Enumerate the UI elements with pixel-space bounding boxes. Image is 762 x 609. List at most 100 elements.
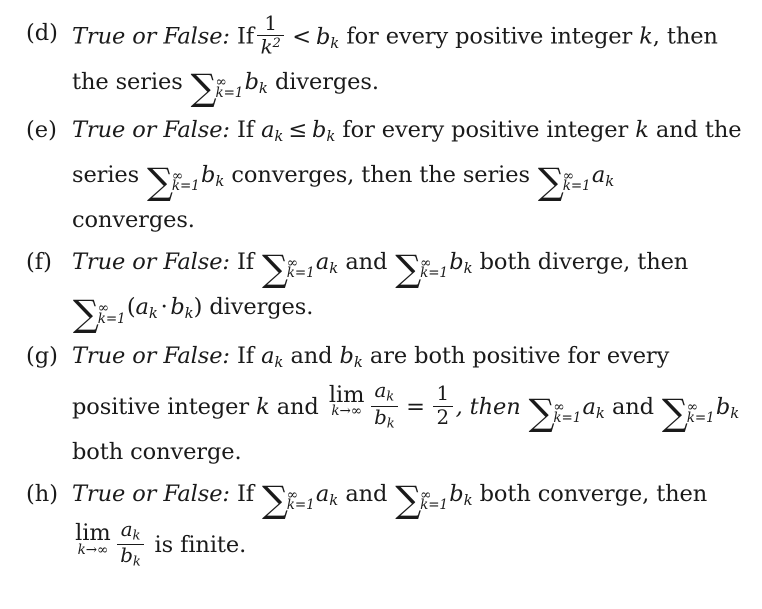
summation-lower-limit: k=1	[562, 178, 591, 195]
exercise-item-d: (d) True or False: If 1 k2 < bk for every po…	[26, 13, 744, 110]
sigma-icon: ∑	[190, 66, 217, 110]
text-segment: both converge.	[72, 438, 242, 465]
exercise-item-e: (e) True or False: If ak ≤ bk for every po…	[26, 111, 744, 240]
variable-b: b	[244, 68, 259, 95]
variable-a: a	[315, 480, 330, 507]
summation-limits: ∞ k=1	[215, 76, 243, 100]
sigma-icon: ∑	[72, 292, 99, 336]
exercise-body-d: True or False: If 1 k2 < bk for every positi…	[72, 13, 744, 110]
exercise-list: (d) True or False: If 1 k2 < bk for every po…	[0, 0, 762, 570]
text-segment: is finite.	[154, 531, 247, 558]
series-sum-a-k-times-b-k: ∑ ∞ k=1 (ak · bk)	[72, 292, 203, 336]
summation-limits: ∞ k=1	[287, 488, 315, 513]
subscript-k: k	[605, 172, 615, 191]
summation: ∑ ∞ k=1	[147, 162, 200, 201]
exercise-body-g: True or False: If ak and bk are both pos…	[72, 337, 744, 472]
text-segment: for every positive integer	[346, 23, 633, 50]
sigma-icon: ∑	[261, 246, 288, 290]
variable-k: k	[635, 116, 649, 143]
exercise-body-e: True or False: If ak ≤ bk for every positi…	[72, 111, 744, 240]
series-sum-a-k: ∑ ∞ k=1 ak	[261, 249, 339, 287]
limit-ratio-equals-one-half: lim k→∞ ak bk = 1 2	[326, 380, 456, 431]
summation: ∑ ∞ k=1	[662, 393, 715, 432]
text-segment: If	[236, 342, 254, 369]
fraction-one-over-k-squared: 1 k2 < bk	[254, 13, 340, 57]
true-or-false-prompt: True or False:	[72, 342, 230, 369]
text-segment: converges, then the series	[231, 162, 530, 189]
frac-denominator: 2	[432, 405, 453, 429]
frac-denominator: bk	[116, 543, 145, 569]
summation-limits: ∞ k=1	[553, 401, 581, 425]
text-segment: If	[236, 23, 254, 50]
text-segment: and	[345, 249, 388, 276]
limit-subscript: k→∞	[331, 403, 362, 420]
subscript-k: k	[148, 304, 158, 323]
text-segment: diverges.	[274, 68, 379, 95]
limit-operator: lim k→∞	[329, 384, 365, 420]
variable-a: a	[582, 393, 596, 420]
less-or-equal-operator: ≤	[288, 116, 308, 143]
frac-numerator: 1	[264, 11, 277, 35]
variable-b: b	[201, 162, 216, 189]
summation-limits: ∞ k=1	[172, 169, 200, 194]
subscript-k: k	[215, 172, 225, 191]
series-sum-b-k: ∑ ∞ k=1 bk	[146, 162, 225, 200]
true-or-false-prompt: True or False:	[72, 116, 230, 143]
series-sum-b-k: ∑ ∞ k=1 bk	[394, 249, 473, 287]
text-segment: and	[611, 393, 654, 420]
subscript-k: k	[329, 259, 339, 278]
summation: ∑ ∞ k=1	[395, 249, 448, 288]
exercise-label-e: (e)	[26, 116, 57, 143]
text-segment: and	[345, 480, 388, 507]
variable-k: k	[639, 23, 653, 50]
exercise-body-f: True or False: If ∑ ∞ k=1 ak and ∑ ∞ k=1 bk bo…	[72, 243, 744, 333]
exercise-item-g: (g) True or False: If ak and bk are both…	[26, 337, 744, 472]
variable-a: a	[591, 162, 606, 189]
text-segment: both converge, then	[479, 480, 708, 507]
summation: ∑ ∞ k=1	[538, 162, 591, 201]
variable-b: b	[715, 393, 731, 420]
summation-limits: ∞ k=1	[286, 256, 315, 282]
text-segment: both diverge, then	[479, 249, 689, 276]
variable-b: b	[449, 480, 464, 507]
sigma-icon: ∑	[528, 391, 555, 435]
summation-limits: ∞ k=1	[562, 169, 591, 195]
text-segment: converges.	[72, 207, 195, 234]
summation-limits: ∞ k=1	[98, 301, 126, 326]
text-segment: diverges.	[209, 294, 314, 321]
variable-a: a	[261, 342, 275, 369]
exercise-label-h: (h)	[26, 480, 59, 507]
text-segment: If	[236, 480, 254, 507]
series-sum-b-k: ∑ ∞ k=1 bk	[394, 480, 473, 519]
variable-b: b	[170, 294, 185, 321]
subscript-k: k	[258, 78, 268, 97]
true-or-false-prompt: True or False:	[72, 480, 230, 507]
true-or-false-prompt: True or False:	[72, 249, 230, 276]
subscript-k: k	[326, 127, 336, 146]
variable-a: a	[315, 249, 330, 276]
text-segment: ,	[652, 23, 660, 50]
sigma-icon: ∑	[395, 478, 422, 522]
series-sum-a-k: ∑ ∞ k=1 ak	[261, 480, 338, 519]
summation: ∑ ∞ k=1	[262, 249, 315, 288]
term-b-k: bk	[340, 343, 363, 371]
variable-b: b	[449, 249, 464, 276]
summation-lower-limit: k=1	[286, 265, 315, 282]
exercise-label-g: (g)	[26, 342, 58, 369]
frac-numerator: ak	[120, 517, 141, 544]
summation-lower-limit: k=1	[420, 265, 448, 282]
subscript-k: k	[330, 33, 340, 52]
frac-a-k-over-b-k: ak bk	[116, 517, 145, 570]
center-dot-operator: ·	[160, 294, 168, 321]
summation-limits: ∞ k=1	[420, 256, 448, 282]
subscript-k: k	[463, 259, 473, 278]
document-page: (d) True or False: If 1 k2 < bk for every po…	[0, 0, 762, 609]
subscript-k: k	[595, 403, 605, 422]
frac-numerator: 1	[436, 381, 449, 405]
text-segment: for every positive integer	[342, 116, 629, 143]
summation-limits: ∞ k=1	[420, 488, 448, 513]
series-sum-a-k: ∑ ∞ k=1 ak	[537, 162, 615, 200]
frac-numerator: ak	[374, 379, 395, 405]
subscript-k: k	[463, 490, 473, 509]
exercise-body-h: True or False: If ∑ ∞ k=1 ak and ∑ ∞ k=1 bk bo…	[72, 475, 744, 570]
